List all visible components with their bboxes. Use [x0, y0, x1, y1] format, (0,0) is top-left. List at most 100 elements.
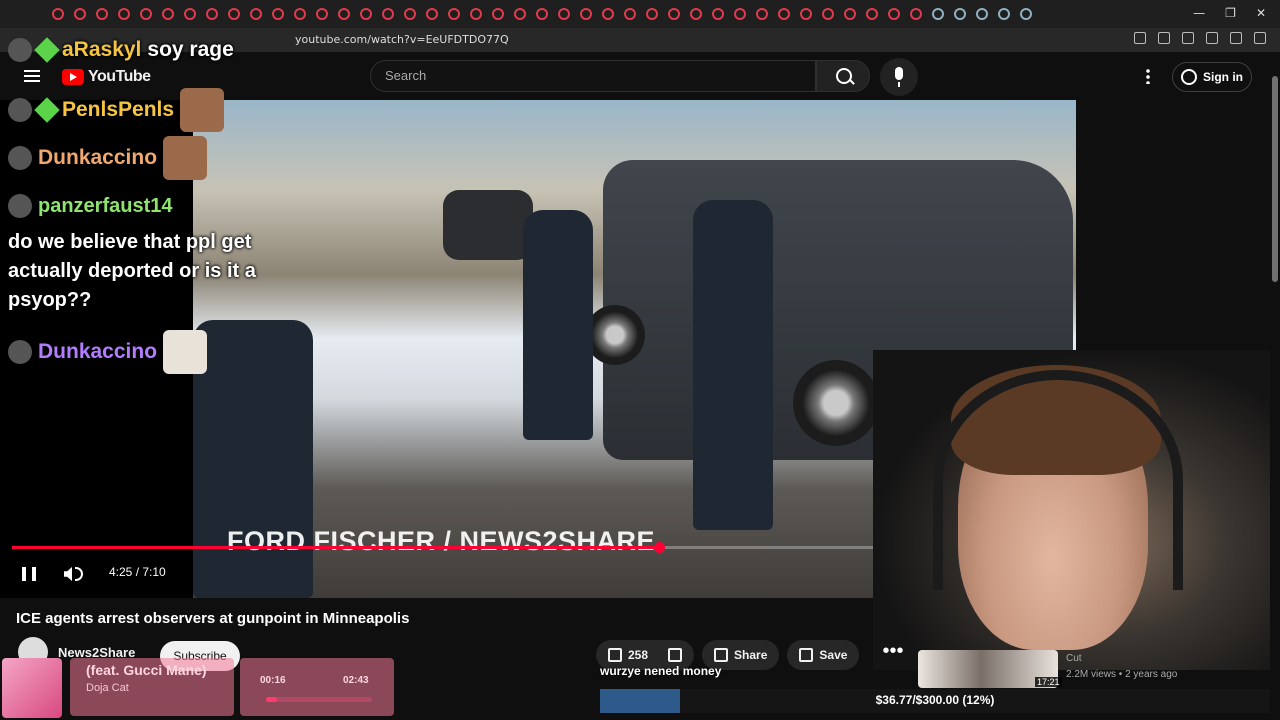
- tab[interactable]: [382, 8, 394, 20]
- tab[interactable]: [756, 8, 768, 20]
- tab[interactable]: [822, 8, 834, 20]
- streamer-webcam: [873, 350, 1270, 670]
- tab[interactable]: [800, 8, 812, 20]
- tab[interactable]: [228, 8, 240, 20]
- progress-scrubber[interactable]: [653, 542, 665, 553]
- tab[interactable]: [206, 8, 218, 20]
- tab[interactable]: [778, 8, 790, 20]
- zoom-icon[interactable]: [1134, 32, 1146, 44]
- recommended-video[interactable]: 17:21 Cut 2.2M views • 2 years ago: [918, 650, 1270, 690]
- search-input[interactable]: Search: [370, 60, 816, 92]
- maximize-button[interactable]: ❐: [1225, 6, 1236, 20]
- tab[interactable]: [1020, 8, 1032, 20]
- tab[interactable]: [492, 8, 504, 20]
- tab[interactable]: [250, 8, 262, 20]
- url-field[interactable]: youtube.com/watch?v=EeUFDTDO77Q: [295, 33, 509, 46]
- emote-image: [163, 136, 208, 180]
- tab[interactable]: [690, 8, 702, 20]
- tab[interactable]: [272, 8, 284, 20]
- album-art: [2, 658, 62, 718]
- sidebar-icon[interactable]: [1230, 32, 1242, 44]
- pause-icon[interactable]: [22, 567, 36, 581]
- chat-text: soy rage: [147, 38, 234, 61]
- settings-more-icon[interactable]: [1146, 68, 1150, 84]
- tab[interactable]: [338, 8, 350, 20]
- video-watermark: FORD FISCHER / NEWS2SHARE: [227, 526, 656, 556]
- tab[interactable]: [118, 8, 130, 20]
- tab[interactable]: [360, 8, 372, 20]
- tab[interactable]: [734, 8, 746, 20]
- tab[interactable]: [162, 8, 174, 20]
- stream-chat-overlay: aRaskyl soy rage PenlsPenls Dunkaccino p…: [0, 28, 260, 374]
- tab[interactable]: [624, 8, 636, 20]
- user-badge-icon: [8, 194, 32, 218]
- track-progress-bar: [266, 697, 372, 702]
- video-title: ICE agents arrest observers at gunpoint …: [16, 610, 410, 627]
- save-button[interactable]: Save: [787, 640, 860, 670]
- tab[interactable]: [448, 8, 460, 20]
- tab[interactable]: [976, 8, 988, 20]
- tab[interactable]: [426, 8, 438, 20]
- tab[interactable]: [888, 8, 900, 20]
- chat-username: PenlsPenls: [62, 98, 175, 121]
- menu-icon[interactable]: [1254, 32, 1266, 44]
- tab[interactable]: [404, 8, 416, 20]
- tab[interactable]: [514, 8, 526, 20]
- volume-icon[interactable]: [64, 567, 72, 581]
- sign-in-button[interactable]: Sign in: [1172, 62, 1252, 92]
- tab[interactable]: [954, 8, 966, 20]
- tab[interactable]: [294, 8, 306, 20]
- tab[interactable]: [316, 8, 328, 20]
- subscriber-badge-icon: [34, 97, 60, 123]
- share-page-icon[interactable]: [1182, 32, 1194, 44]
- tab[interactable]: [558, 8, 570, 20]
- save-label: Save: [819, 648, 848, 662]
- browser-toolbar-icons: [1134, 32, 1266, 44]
- chat-username: panzerfaust14: [38, 194, 173, 217]
- tab[interactable]: [74, 8, 86, 20]
- subscriber-badge-icon: [34, 37, 60, 63]
- recommended-duration: 17:21: [1035, 677, 1062, 687]
- window-controls: — ❐ ✕: [1193, 6, 1266, 20]
- tab[interactable]: [668, 8, 680, 20]
- track-current-time: 00:16: [260, 675, 286, 686]
- share-label: Share: [734, 648, 768, 662]
- now-playing-widget: (feat. Gucci Mane) Doja Cat 00:16 02:43: [0, 654, 395, 720]
- headphones: [933, 370, 1183, 590]
- user-badge-icon: [8, 340, 32, 364]
- extensions-icon[interactable]: [1206, 32, 1218, 44]
- tab[interactable]: [602, 8, 614, 20]
- cast-icon[interactable]: [1158, 32, 1170, 44]
- volume-wave-icon: [75, 567, 83, 581]
- tab[interactable]: [580, 8, 592, 20]
- dislike-icon[interactable]: [668, 648, 683, 662]
- tab[interactable]: [536, 8, 548, 20]
- tab[interactable]: [866, 8, 878, 20]
- tab[interactable]: [998, 8, 1010, 20]
- close-window-button[interactable]: ✕: [1256, 6, 1266, 20]
- tab[interactable]: [712, 8, 724, 20]
- tab[interactable]: [844, 8, 856, 20]
- minimize-button[interactable]: —: [1193, 6, 1205, 20]
- tab[interactable]: [646, 8, 658, 20]
- chat-username: Dunkaccino: [38, 146, 158, 169]
- parked-car: [443, 190, 533, 260]
- track-info: (feat. Gucci Mane) Doja Cat: [70, 658, 234, 716]
- tab[interactable]: [932, 8, 944, 20]
- voice-search-button[interactable]: [880, 58, 918, 96]
- scrollbar-thumb[interactable]: [1272, 76, 1278, 282]
- tab[interactable]: [96, 8, 108, 20]
- agent-figure: [693, 200, 773, 530]
- tab[interactable]: [140, 8, 152, 20]
- chat-message: Dunkaccino: [8, 136, 208, 180]
- tab[interactable]: [470, 8, 482, 20]
- tab[interactable]: [52, 8, 64, 20]
- page-scrollbar[interactable]: [1270, 52, 1280, 720]
- wheel: [793, 360, 879, 446]
- tab[interactable]: [184, 8, 196, 20]
- tab[interactable]: [910, 8, 922, 20]
- donation-goal-text: $36.77/$300.00 (12%): [875, 693, 995, 707]
- search-button[interactable]: [816, 60, 870, 92]
- more-actions-button[interactable]: •••: [878, 640, 908, 670]
- chat-username: Dunkaccino: [38, 340, 158, 363]
